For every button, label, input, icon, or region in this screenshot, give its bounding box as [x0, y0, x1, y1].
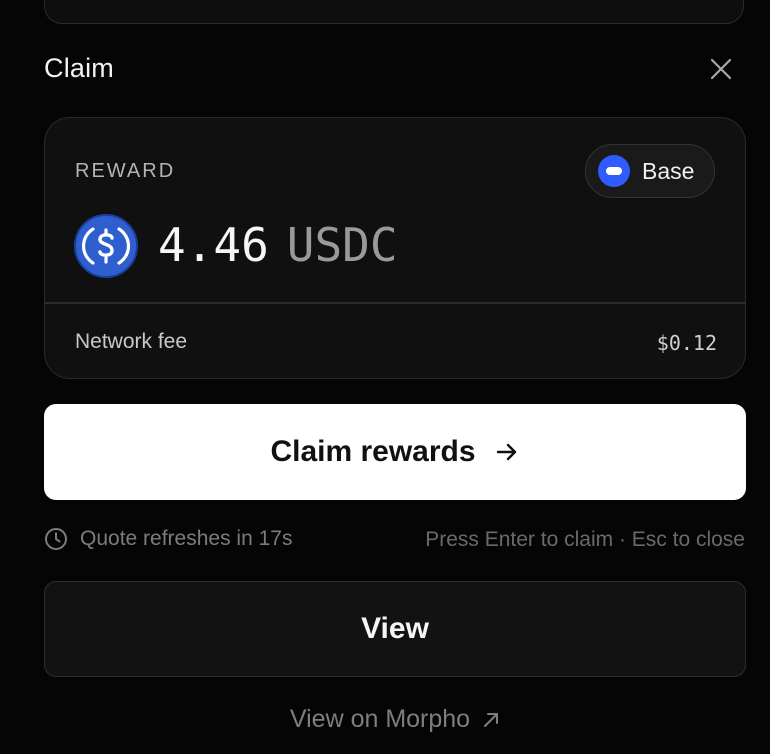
card-divider	[45, 302, 745, 304]
quote-refresh-status: Quote refreshes in 17s	[44, 527, 292, 551]
amount-unit: USDC	[286, 218, 398, 272]
clock-icon	[45, 528, 67, 550]
network-selector[interactable]: Base	[585, 144, 715, 198]
close-button[interactable]	[704, 52, 738, 86]
modal-title: Claim	[44, 53, 115, 83]
close-icon	[710, 58, 732, 80]
quote-refresh-text: Quote refreshes in 17s	[80, 527, 293, 550]
network-fee-value: $0.12	[656, 331, 717, 355]
reward-amount: 4.46 USDC	[158, 218, 398, 272]
view-button[interactable]: View	[44, 581, 746, 677]
view-on-morpho-link[interactable]: View on Morpho	[0, 705, 770, 734]
base-network-icon	[598, 155, 630, 187]
claim-rewards-button[interactable]: Claim rewards	[44, 404, 746, 500]
arrow-right-icon	[496, 443, 516, 461]
usdc-icon	[74, 214, 138, 278]
reward-card: REWARD Base 4.46 USDC Network fee $0.12	[44, 117, 746, 379]
network-name: Base	[642, 157, 695, 184]
keyboard-hint: Press Enter to claim · Esc to close	[425, 528, 745, 551]
claim-rewards-label: Claim rewards	[270, 435, 476, 468]
view-button-label: View	[361, 612, 429, 645]
view-on-morpho-label: View on Morpho	[289, 705, 471, 733]
amount-value: 4.46	[158, 218, 269, 272]
network-fee-label: Network fee	[75, 330, 188, 353]
external-link-icon	[484, 712, 499, 727]
previous-card	[44, 0, 744, 24]
claim-modal: Claim REWARD Base 4.46 USDC Network fee $…	[0, 0, 770, 754]
reward-label: REWARD	[75, 160, 176, 182]
